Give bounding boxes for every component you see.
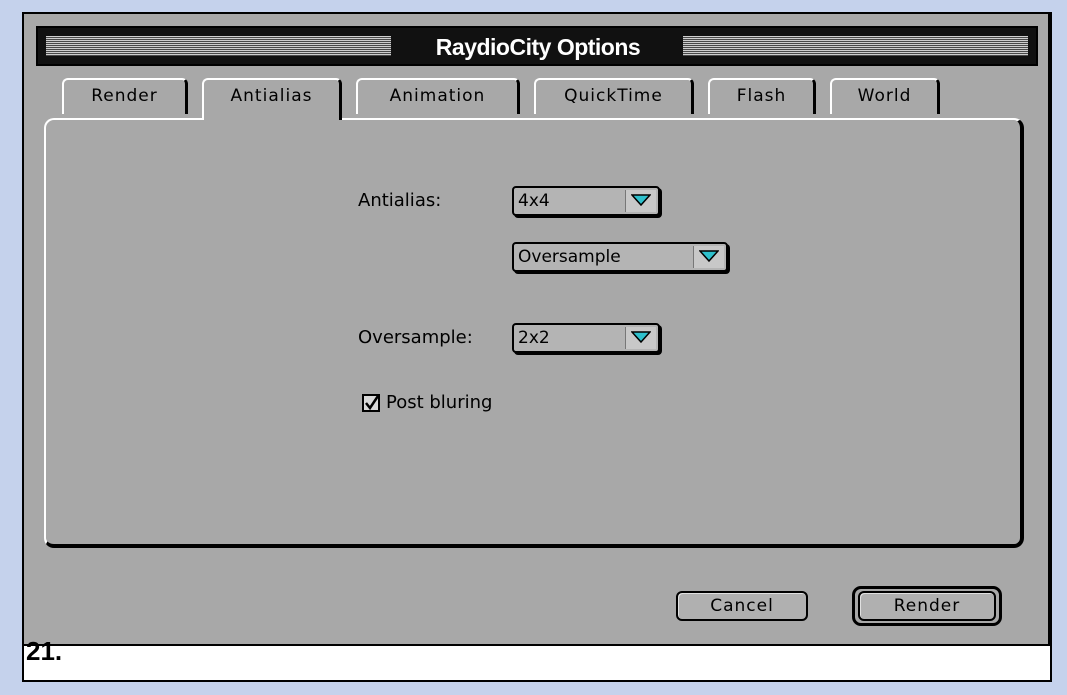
post-bluring-label[interactable]: Post bluring xyxy=(386,392,492,413)
checkmark-icon xyxy=(365,395,380,411)
options-dialog: RaydioCity Options Render Antialias Anim… xyxy=(24,14,1050,646)
post-bluring-checkbox[interactable] xyxy=(362,394,380,412)
window-title: RaydioCity Options xyxy=(435,34,641,60)
antialias-panel: Antialias: 4x4 Oversample Oversample: 2x… xyxy=(44,118,1024,548)
antialias-select[interactable]: 4x4 xyxy=(512,186,660,216)
antialias-mode-select-value: Oversample xyxy=(518,247,621,267)
title-bar-stripes-left xyxy=(46,36,391,56)
tab-animation[interactable]: Animation xyxy=(356,78,520,114)
figure-caption: 21. xyxy=(26,636,63,666)
cancel-button[interactable]: Cancel xyxy=(676,591,808,621)
antialias-label: Antialias: xyxy=(358,190,442,211)
title-bar[interactable]: RaydioCity Options xyxy=(36,26,1038,66)
title-bar-stripes-right xyxy=(683,36,1028,56)
triangle-down-icon xyxy=(625,327,656,349)
tab-world[interactable]: World xyxy=(830,78,940,114)
tab-render[interactable]: Render xyxy=(62,78,188,114)
oversample-label: Oversample: xyxy=(358,327,473,348)
tab-quicktime[interactable]: QuickTime xyxy=(534,78,694,114)
render-button[interactable]: Render xyxy=(858,591,996,621)
triangle-down-icon xyxy=(693,246,724,268)
antialias-mode-select[interactable]: Oversample xyxy=(512,242,728,272)
tab-antialias[interactable]: Antialias xyxy=(202,78,342,120)
tab-flash[interactable]: Flash xyxy=(708,78,816,114)
antialias-select-value: 4x4 xyxy=(518,191,550,211)
triangle-down-icon xyxy=(625,190,656,212)
oversample-select[interactable]: 2x2 xyxy=(512,323,660,353)
oversample-select-value: 2x2 xyxy=(518,328,550,348)
